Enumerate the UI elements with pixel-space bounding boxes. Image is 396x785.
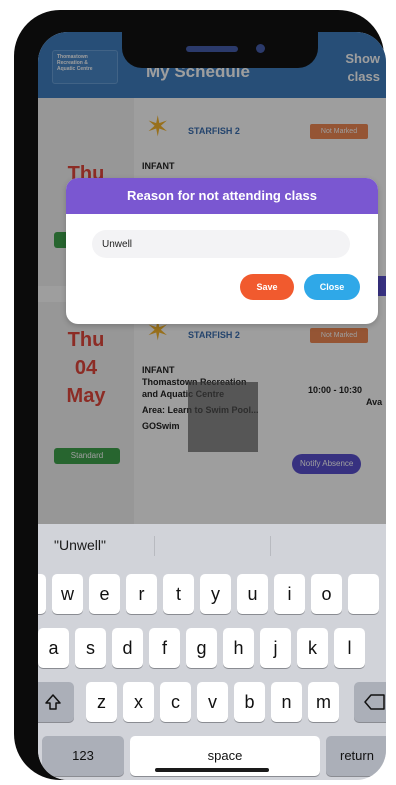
key-b[interactable]: b	[234, 682, 265, 722]
suggestion-divider	[270, 536, 271, 556]
key-e[interactable]: e	[89, 574, 120, 614]
delete-icon	[364, 694, 385, 710]
key-f[interactable]: f	[149, 628, 180, 668]
key-u[interactable]: u	[237, 574, 268, 614]
key-i[interactable]: i	[274, 574, 305, 614]
key-g[interactable]: g	[186, 628, 217, 668]
key-c[interactable]: c	[160, 682, 191, 722]
key-w[interactable]: w	[52, 574, 83, 614]
screen: Thomastown Recreation & Aquatic Centre M…	[38, 32, 386, 780]
on-screen-keyboard: "Unwell" q w e r t y u i o a s d f g h j…	[38, 524, 386, 780]
key-j[interactable]: j	[260, 628, 291, 668]
speaker-grille	[186, 46, 238, 52]
key-y[interactable]: y	[200, 574, 231, 614]
key-z[interactable]: z	[86, 682, 117, 722]
key-n[interactable]: n	[271, 682, 302, 722]
close-button[interactable]: Close	[304, 274, 360, 300]
key-r[interactable]: r	[126, 574, 157, 614]
key-x[interactable]: x	[123, 682, 154, 722]
reason-dialog: Reason for not attending class Save Clos…	[66, 178, 378, 324]
key-p[interactable]	[348, 574, 379, 614]
home-indicator	[155, 768, 269, 772]
key-k[interactable]: k	[297, 628, 328, 668]
save-button[interactable]: Save	[240, 274, 294, 300]
key-l[interactable]: l	[334, 628, 365, 668]
device-notch	[122, 32, 318, 68]
suggestion-item[interactable]: "Unwell"	[54, 537, 106, 553]
dialog-title: Reason for not attending class	[66, 178, 378, 214]
delete-key[interactable]	[354, 682, 386, 722]
key-o[interactable]: o	[311, 574, 342, 614]
shift-icon	[45, 694, 61, 710]
key-t[interactable]: t	[163, 574, 194, 614]
suggestion-divider	[154, 536, 155, 556]
numbers-key[interactable]: 123	[42, 736, 124, 776]
suggestion-bar: "Unwell"	[38, 524, 386, 568]
shift-key[interactable]	[38, 682, 74, 722]
key-q[interactable]: q	[38, 574, 46, 614]
key-h[interactable]: h	[223, 628, 254, 668]
camera-icon	[256, 44, 265, 53]
key-d[interactable]: d	[112, 628, 143, 668]
reason-input[interactable]	[92, 230, 350, 258]
return-key[interactable]: return	[326, 736, 386, 776]
key-a[interactable]: a	[38, 628, 69, 668]
key-v[interactable]: v	[197, 682, 228, 722]
key-m[interactable]: m	[308, 682, 339, 722]
phone-frame: Thomastown Recreation & Aquatic Centre M…	[14, 10, 386, 780]
key-s[interactable]: s	[75, 628, 106, 668]
